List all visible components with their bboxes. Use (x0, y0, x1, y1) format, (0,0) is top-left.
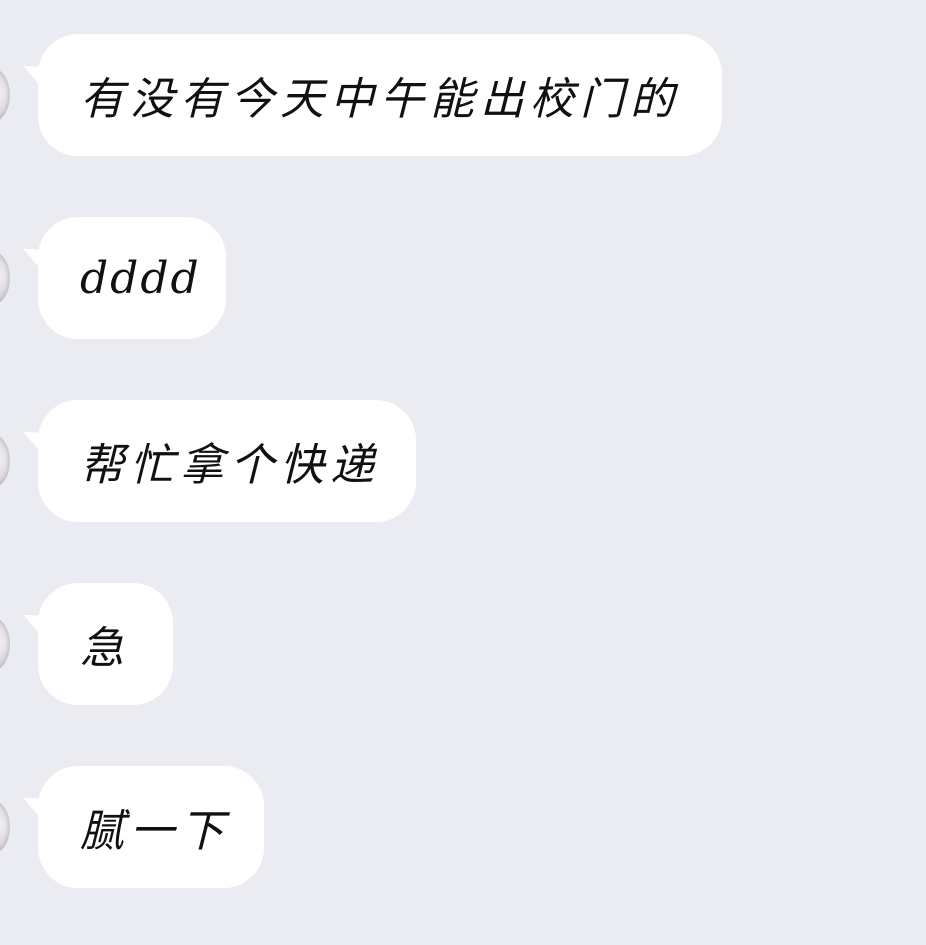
message-text: 有没有今天中午能出校门的 (80, 74, 680, 125)
sender-avatar[interactable] (0, 434, 10, 488)
message-text: 帮忙拿个快递 (80, 440, 380, 491)
sender-avatar[interactable] (0, 617, 10, 671)
message-text: 腻一下 (80, 806, 230, 857)
message-bubble[interactable]: 腻一下 (38, 766, 264, 888)
sender-avatar[interactable] (0, 251, 10, 305)
message-text: 急 (80, 623, 130, 674)
sender-avatar[interactable] (0, 800, 10, 854)
message-text: dddd (80, 252, 201, 304)
message-bubble[interactable]: 帮忙拿个快递 (38, 400, 416, 522)
message-bubble[interactable]: 有没有今天中午能出校门的 (38, 34, 722, 156)
message-bubble[interactable]: dddd (38, 217, 226, 339)
chat-message-list: 有没有今天中午能出校门的 dddd 帮忙拿个快递 急 腻一下 (0, 0, 926, 945)
sender-avatar[interactable] (0, 68, 10, 122)
message-bubble[interactable]: 急 (38, 583, 173, 705)
